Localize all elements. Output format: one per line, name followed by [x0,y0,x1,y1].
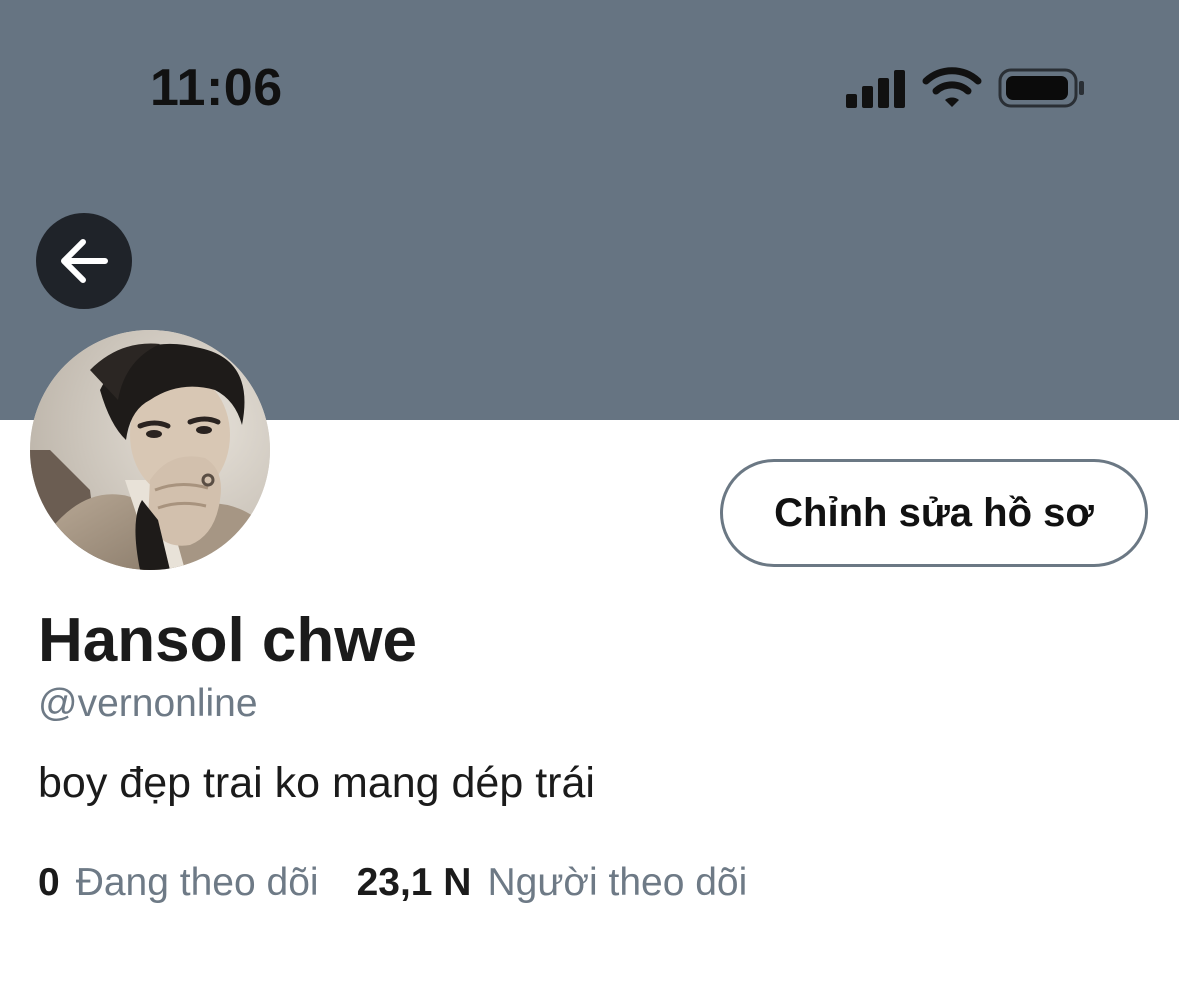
followers-count: 23,1 N [356,861,472,904]
cellular-signal-icon [846,70,905,108]
profile-bio: boy đẹp trai ko mang dép trái [38,759,595,807]
follow-stats: 0 Đang theo dõi 23,1 N Người theo dõi [38,858,747,908]
wifi-icon [922,67,982,107]
display-name: Hansol chwe [38,606,417,675]
arrow-left-icon [61,239,108,283]
avatar[interactable] [30,330,270,570]
back-button[interactable] [36,213,132,309]
following-count: 0 [38,861,60,904]
followers-label: Người theo dõi [487,861,748,904]
followers-link[interactable]: 23,1 N Người theo dõi [357,861,748,905]
following-label: Đang theo dõi [75,861,319,904]
profile-page: 11:06 Chỉnh sửa hồ sơ Hansol chwe @verno… [0,0,1179,986]
avatar-photo [30,330,270,570]
edit-profile-button[interactable]: Chỉnh sửa hồ sơ [720,459,1148,567]
username-handle: @vernonline [38,682,258,725]
battery-icon [998,68,1084,108]
status-icons [840,66,1090,110]
status-time: 11:06 [150,59,283,117]
following-link[interactable]: 0 Đang theo dõi [38,861,319,905]
